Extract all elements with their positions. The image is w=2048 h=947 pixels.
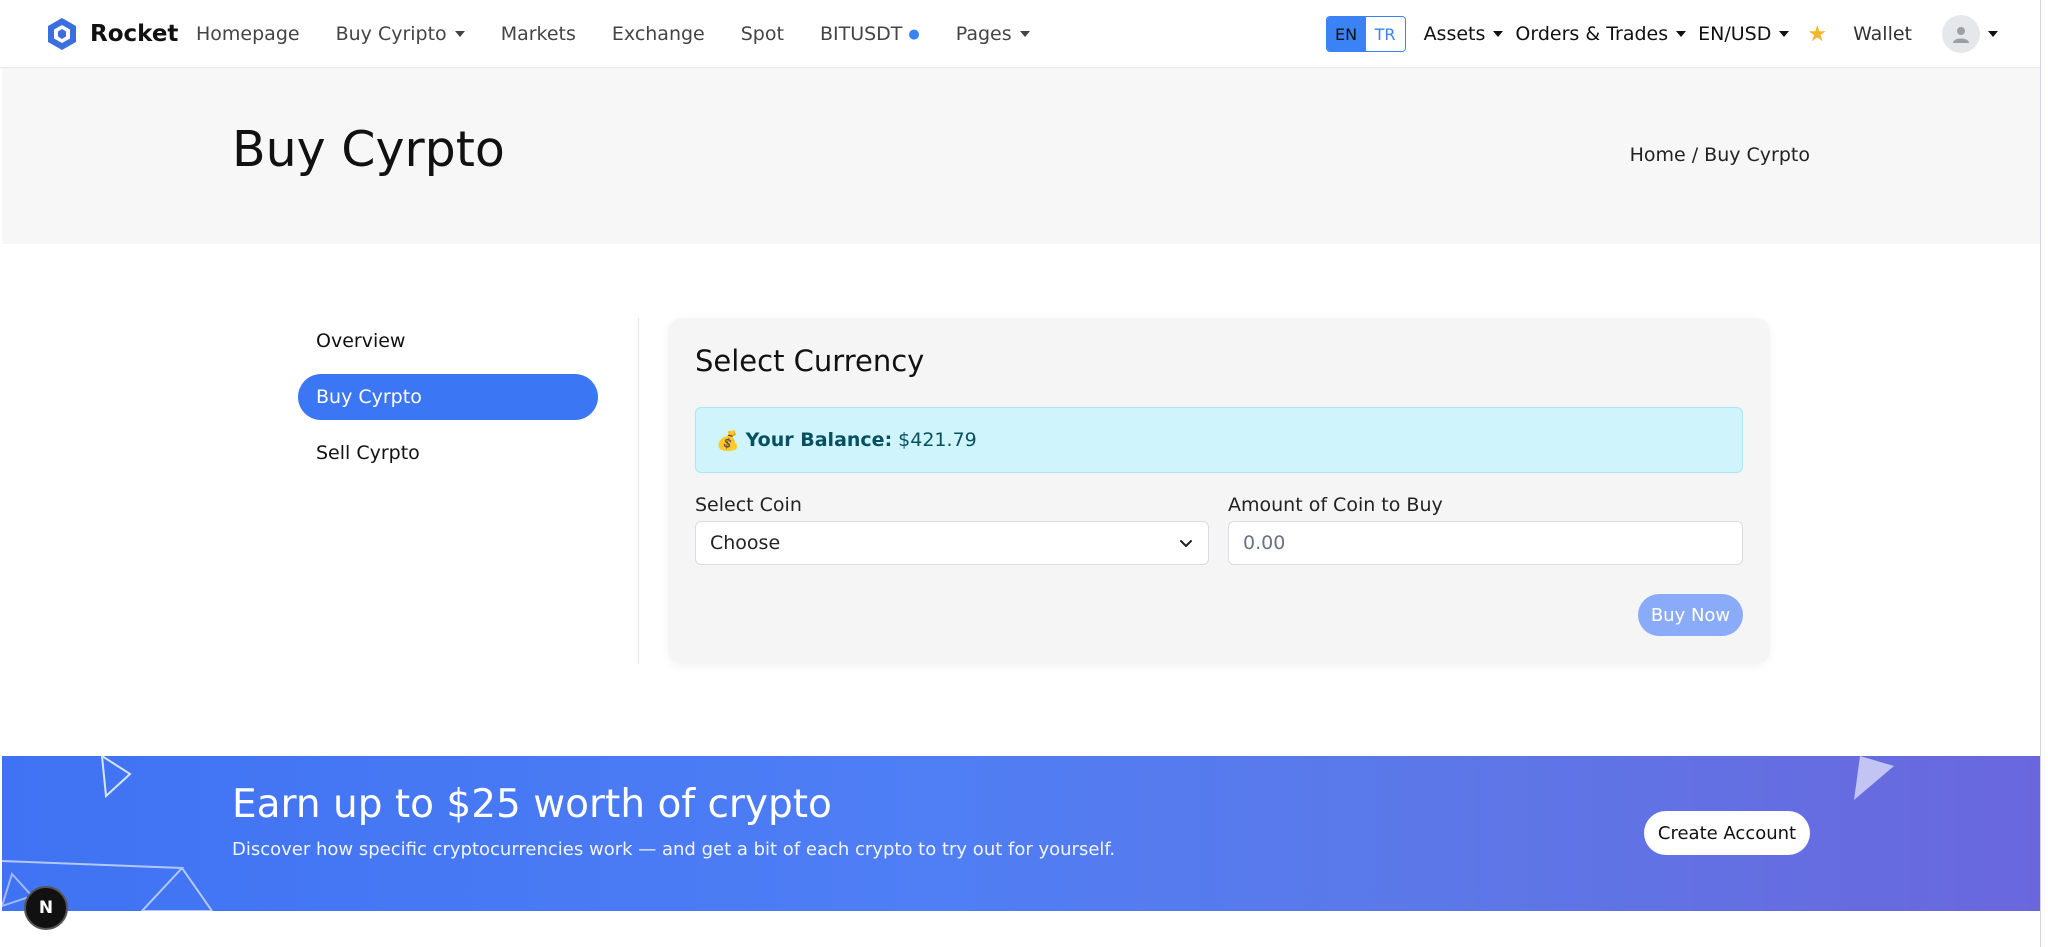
nav-markets[interactable]: Markets <box>501 23 576 45</box>
caret-down-icon <box>1779 31 1790 37</box>
page-title: Buy Cyrpto <box>232 121 505 178</box>
divider <box>638 318 639 664</box>
sidebar-item-sell-crypto[interactable]: Sell Cyrpto <box>298 430 598 476</box>
caret-down-icon <box>454 31 465 37</box>
brand[interactable]: Rocket <box>44 16 178 52</box>
nav-buy-crypto-dropdown[interactable]: Buy Cyripto <box>336 23 465 45</box>
rocket-logo-icon <box>48 18 76 50</box>
sidebar-item-overview[interactable]: Overview <box>298 318 598 364</box>
create-account-button[interactable]: Create Account <box>1644 811 1810 855</box>
caret-down-icon <box>1493 31 1504 37</box>
droplet-icon: ● <box>908 26 920 42</box>
wallet-link[interactable]: Wallet <box>1853 23 1912 45</box>
star-icon[interactable]: ★ <box>1807 22 1827 47</box>
breadcrumb[interactable]: Home / Buy Cyrpto <box>1630 144 1810 166</box>
window-edge <box>2040 0 2048 947</box>
nav-pages-dropdown[interactable]: Pages <box>956 23 1030 45</box>
promo-banner: Earn up to $25 worth of crypto Discover … <box>2 756 2040 911</box>
nav-right: EN TR Assets Orders & Trades EN/USD ★ Wa… <box>1325 0 1998 68</box>
select-coin-label: Select Coin <box>695 494 802 516</box>
lang-en-button[interactable]: EN <box>1326 17 1366 51</box>
select-currency-card: Select Currency 💰 Your Balance: $421.79 … <box>668 318 1770 664</box>
amount-input[interactable] <box>1228 521 1743 565</box>
brand-name: Rocket <box>90 21 179 47</box>
orders-trades-dropdown[interactable]: Orders & Trades <box>1515 23 1687 45</box>
caret-down-icon <box>1019 31 1030 37</box>
nextjs-badge-icon[interactable]: N <box>24 886 68 930</box>
balance-label: Your Balance: <box>745 429 893 451</box>
amount-label: Amount of Coin to Buy <box>1228 494 1443 516</box>
assets-dropdown[interactable]: Assets <box>1424 23 1504 45</box>
sidebar: Overview Buy Cyrpto Sell Cyrpto <box>298 318 598 486</box>
nav-bitusdt[interactable]: BITUSDT ● <box>820 23 920 45</box>
coin-select-value: Choose <box>710 532 781 554</box>
main-nav: Homepage Buy Cyripto Markets Exchange Sp… <box>196 0 1030 68</box>
coin-select[interactable]: Choose <box>695 521 1209 565</box>
user-icon <box>1953 27 1969 43</box>
page-header: Buy Cyrpto Home / Buy Cyrpto <box>2 68 2040 244</box>
sidebar-item-buy-crypto[interactable]: Buy Cyrpto <box>298 374 598 420</box>
promo-title: Earn up to $25 worth of crypto <box>232 782 832 827</box>
lang-tr-button[interactable]: TR <box>1365 17 1405 51</box>
nav-spot[interactable]: Spot <box>741 23 784 45</box>
nav-exchange[interactable]: Exchange <box>612 23 705 45</box>
card-title: Select Currency <box>695 344 925 378</box>
caret-down-icon <box>1988 31 1998 37</box>
balance-value: $421.79 <box>898 429 977 451</box>
balance-alert: 💰 Your Balance: $421.79 <box>695 407 1743 473</box>
user-menu[interactable] <box>1942 15 1998 53</box>
currency-dropdown[interactable]: EN/USD <box>1698 23 1790 45</box>
top-navbar: Rocket Homepage Buy Cyripto Markets Exch… <box>0 0 2040 68</box>
language-toggle: EN TR <box>1325 16 1406 52</box>
avatar <box>1942 15 1980 53</box>
promo-subtitle: Discover how specific cryptocurrencies w… <box>232 839 1116 860</box>
chevron-down-icon <box>1180 540 1192 547</box>
caret-down-icon <box>1676 31 1687 37</box>
buy-now-button[interactable]: Buy Now <box>1638 594 1743 636</box>
nav-homepage[interactable]: Homepage <box>196 23 300 45</box>
money-bag-icon: 💰 <box>716 429 740 452</box>
